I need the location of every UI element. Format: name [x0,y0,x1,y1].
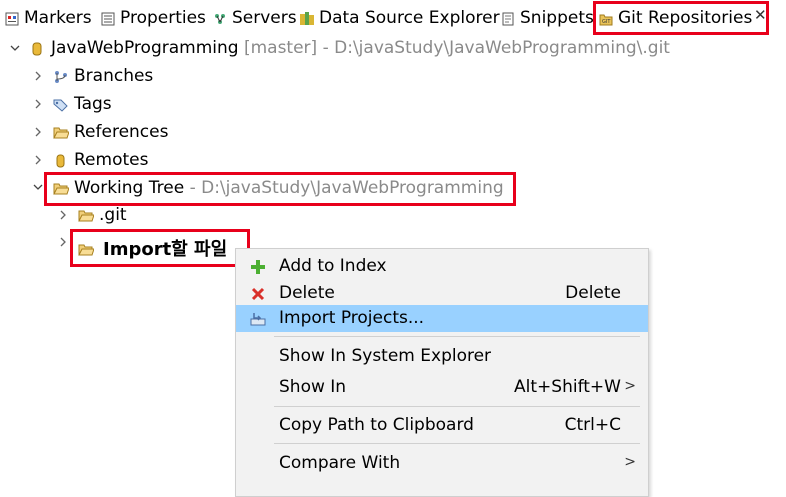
tab-label: Markers [24,8,92,28]
delete-icon [250,286,266,302]
import-icon [250,311,266,327]
data-source-icon [300,11,314,25]
branches-icon [53,69,69,83]
add-icon [250,259,266,275]
properties-icon [101,11,115,26]
chevron-right-icon[interactable] [32,126,44,138]
menu-item-show-in-system-explorer[interactable]: Show In System Explorer [236,343,648,370]
chevron-right-icon[interactable] [32,154,44,166]
chevron-down-icon[interactable] [32,181,44,193]
menu-separator [274,443,640,444]
tab-label: Snippets [520,8,594,28]
tree-item-remotes[interactable]: Remotes [53,146,148,174]
submenu-arrow-icon: > [624,454,636,470]
menu-item-copy-path[interactable]: Copy Path to Clipboard Ctrl+C [236,412,648,439]
tree-item-tags[interactable]: Tags [53,90,112,118]
menu-separator [274,336,640,337]
tab-label: Servers [232,8,297,28]
snippets-icon [501,11,515,26]
repository-icon [30,41,46,56]
tree-label: .git [99,205,127,225]
chevron-right-icon[interactable] [32,98,44,110]
submenu-arrow-icon: > [624,378,636,394]
chevron-right-icon[interactable] [32,70,44,82]
annotation-red-box-import-folder [70,229,250,267]
context-menu: Add to Index Delete Delete Import Projec… [235,248,649,497]
tags-icon [53,97,69,112]
markers-icon [5,11,19,26]
tab-label: Data Source Explorer [319,8,500,28]
menu-item-add-to-index[interactable]: Add to Index [236,253,648,280]
tab-properties[interactable]: Properties [101,0,206,36]
tab-snippets[interactable]: Snippets [501,0,594,36]
tree-item-repository[interactable]: JavaWebProgramming [master] - D:\javaStu… [30,34,670,62]
tree-label: Branches [74,66,154,86]
servers-icon [213,11,227,25]
tab-data-source-explorer[interactable]: Data Source Explorer [300,0,500,36]
accelerator: Ctrl+C [564,415,621,435]
annotation-red-box-tab [593,1,769,35]
menu-item-show-in[interactable]: Show In Alt+Shift+W > [236,374,648,401]
folder-open-icon [53,125,70,139]
tab-label: Properties [120,8,206,28]
chevron-down-icon[interactable] [9,42,21,54]
repo-path: - D:\javaStudy\JavaWebProgramming\.git [322,38,670,58]
chevron-right-icon[interactable] [57,236,69,248]
repo-branch: [master] [243,38,318,58]
tab-markers[interactable]: Markers [5,0,92,36]
remotes-icon [53,153,69,168]
chevron-right-icon[interactable] [57,209,69,221]
menu-separator [274,406,640,407]
repo-name: JavaWebProgramming [51,38,239,58]
tree-label: Tags [74,94,112,114]
menu-item-import-projects[interactable]: Import Projects... [236,305,648,332]
tree-item-git-folder[interactable]: .git [78,201,127,229]
folder-open-icon [78,208,95,222]
view-tab-bar: Markers Properties Servers Data Source E… [0,0,786,36]
tree-label: References [74,122,169,142]
tree-item-branches[interactable]: Branches [53,62,153,90]
tab-servers[interactable]: Servers [213,0,297,36]
tree-label: Remotes [74,150,149,170]
tree-item-references[interactable]: References [53,118,168,146]
accelerator: Alt+Shift+W [514,377,621,397]
menu-item-delete[interactable]: Delete Delete [236,280,648,307]
menu-item-compare-with[interactable]: Compare With > [236,450,648,477]
accelerator: Delete [565,283,621,303]
